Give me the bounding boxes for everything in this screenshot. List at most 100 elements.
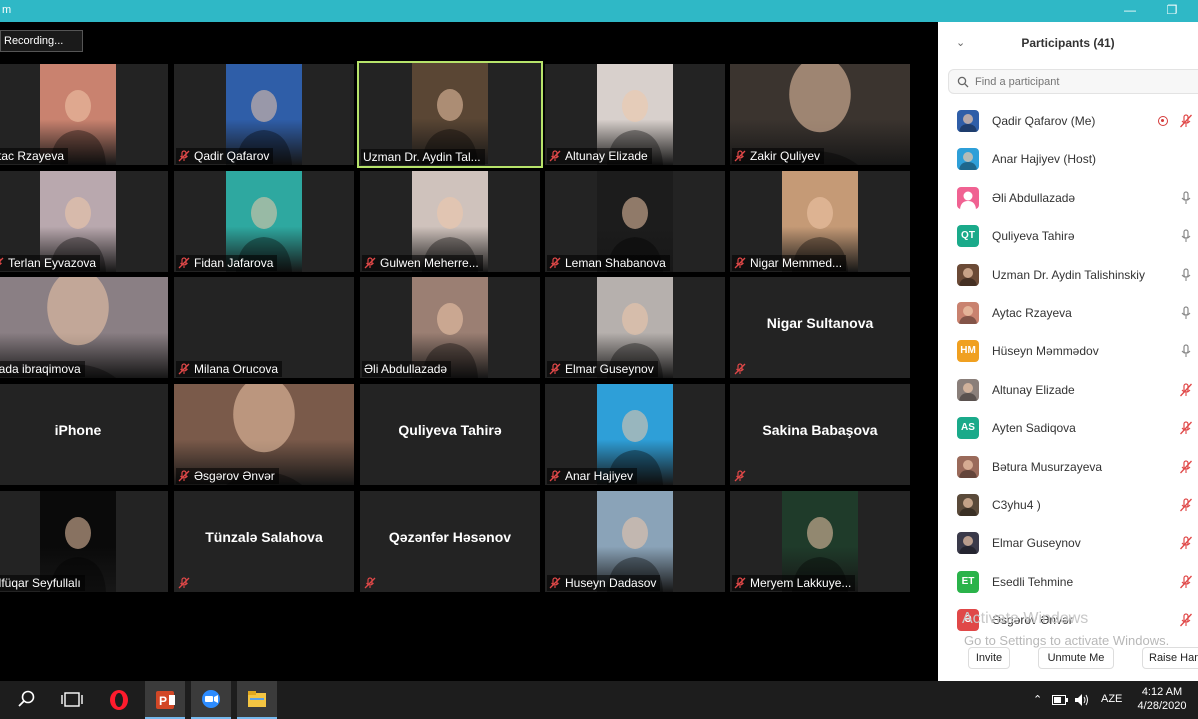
participant-row[interactable]: HM Hüseyn Məmmədov	[938, 333, 1198, 371]
video-tile[interactable]: Fidan Jafarova	[174, 171, 354, 272]
muted-mic-icon[interactable]	[1179, 114, 1193, 128]
participant-row[interactable]: Anar Hajiyev (Host)	[938, 141, 1198, 179]
taskbar-search-button[interactable]	[6, 681, 46, 719]
muted-mic-icon[interactable]	[1179, 613, 1193, 627]
zoom-icon	[202, 690, 220, 708]
participant-name-tag: Zakir Quliyev	[732, 148, 825, 164]
video-tile[interactable]: Zakir Quliyev	[730, 64, 910, 165]
participant-list-name: Elmar Guseynov	[992, 536, 1081, 551]
video-tile[interactable]: Nigar Memmed...	[730, 171, 910, 272]
minimize-button[interactable]: —	[1112, 0, 1148, 22]
video-tile[interactable]: Əsgərov Ənvər	[174, 384, 354, 485]
participant-display-name: iPhone	[54, 422, 102, 438]
avatar	[957, 532, 979, 555]
raise-hand-button[interactable]: Raise Hand	[1142, 647, 1198, 669]
video-tile[interactable]: Qadir Qafarov	[174, 64, 354, 165]
video-tile[interactable]: iPhone	[0, 384, 168, 485]
muted-mic-icon[interactable]	[1179, 498, 1193, 512]
video-tile[interactable]: Uzman Dr. Aydin Tal...	[357, 61, 543, 168]
muted-mic-icon	[549, 363, 561, 375]
participant-row[interactable]: Elmar Guseynov	[938, 525, 1198, 563]
video-tile[interactable]: Milana Orucova	[174, 277, 354, 378]
video-tile[interactable]: Anar Hajiyev	[545, 384, 725, 485]
task-view-button[interactable]	[52, 681, 92, 719]
mic-icon[interactable]	[1179, 229, 1193, 243]
tray-overflow-chevron-icon[interactable]: ⌃	[1033, 693, 1042, 706]
video-tile[interactable]: Gulwen Meherre...	[360, 171, 540, 272]
taskbar-explorer-button[interactable]	[237, 681, 277, 719]
participant-name-tag: Anar Hajiyev	[547, 468, 638, 484]
taskbar-clock[interactable]: 4:12 AM 4/28/2020	[1130, 685, 1194, 713]
invite-button[interactable]: Invite	[968, 647, 1010, 669]
speaker-icon[interactable]	[1074, 693, 1090, 707]
task-view-icon	[61, 692, 83, 707]
video-tile[interactable]: Leman Shabanova	[545, 171, 725, 272]
video-tile[interactable]: Tünzalə Salahova	[174, 491, 354, 592]
participant-list-name: Ayten Sadiqova	[992, 421, 1076, 436]
participant-name-tag: Leman Shabanova	[547, 255, 670, 271]
mic-icon[interactable]	[1179, 267, 1193, 282]
input-language[interactable]: AZE	[1101, 693, 1122, 705]
avatar	[957, 455, 979, 478]
participant-row[interactable]: ET Esedli Tehmine	[938, 564, 1198, 602]
participant-list-name: Aytac Rzayeva	[992, 306, 1072, 320]
muted-mic-icon	[178, 363, 190, 375]
video-tile[interactable]: Elmar Guseynov	[545, 277, 725, 378]
video-tile[interactable]: Huseyn Dadasov	[545, 491, 725, 592]
taskbar-zoom-button[interactable]	[191, 681, 231, 719]
participant-row[interactable]: Bətura Musurzayeva	[938, 449, 1198, 487]
activation-watermark-subtitle: Go to Settings to activate Windows.	[964, 633, 1170, 648]
mic-icon[interactable]	[1179, 191, 1193, 205]
muted-mic-icon[interactable]	[1179, 536, 1193, 550]
video-tile[interactable]: ülfüqar Seyfullalı	[0, 491, 168, 592]
video-tile[interactable]: Sakina Babaşova	[730, 384, 910, 485]
video-tile[interactable]: Qəzənfər Həsənov	[360, 491, 540, 592]
participant-row[interactable]: Altunay Elizade	[938, 372, 1198, 410]
mic-icon[interactable]	[1179, 306, 1193, 320]
participant-name-tag: Huseyn Dadasov	[547, 575, 661, 591]
video-tile[interactable]: Əli Abdullazadə	[360, 277, 540, 378]
muted-mic-icon	[734, 577, 746, 589]
participant-search[interactable]	[948, 69, 1198, 94]
video-tile[interactable]: Quliyeva Tahirə	[360, 384, 540, 485]
unmute-me-button[interactable]: Unmute Me	[1038, 647, 1114, 669]
participant-name: ülfüqar Seyfullalı	[0, 576, 81, 590]
clock-time: 4:12 AM	[1141, 686, 1183, 698]
video-tile[interactable]: Nigar Sultanova	[730, 277, 910, 378]
avatar: AS	[957, 417, 979, 440]
video-tile[interactable]: Terlan Eyvazova	[0, 171, 168, 272]
video-tile[interactable]: irada ibraqimova	[0, 277, 168, 378]
avatar	[957, 378, 979, 401]
muted-mic-icon[interactable]	[1179, 575, 1193, 589]
video-tile[interactable]: Altunay Elizade	[545, 64, 725, 165]
participant-name-tag	[176, 575, 198, 591]
participant-row[interactable]: Əli Abdullazadə	[938, 180, 1198, 218]
taskbar-opera-button[interactable]	[99, 681, 139, 719]
participant-row[interactable]: Qadir Qafarov (Me)	[938, 103, 1198, 141]
muted-mic-icon[interactable]	[1179, 459, 1193, 474]
mic-icon[interactable]	[1179, 344, 1193, 358]
participant-row[interactable]: AS Ayten Sadiqova	[938, 410, 1198, 448]
video-tile[interactable]: Meryem Lakkuye...	[730, 491, 910, 592]
restore-button[interactable]: ❐	[1154, 0, 1190, 22]
recording-indicator[interactable]: Recording...	[0, 30, 83, 52]
search-input[interactable]	[975, 73, 1195, 91]
muted-mic-icon	[549, 150, 561, 162]
participant-row[interactable]: C3yhu4 )	[938, 487, 1198, 525]
video-tile[interactable]: ytac Rzayeva	[0, 64, 168, 165]
gallery-view: Recording... ytac Rzayeva Qadir Qafarov Uz…	[0, 22, 938, 681]
participant-list-name: Əli Abdullazadə	[992, 190, 1076, 205]
participant-row[interactable]: Uzman Dr. Aydin Talishinskiy	[938, 257, 1198, 295]
clock-date: 4/28/2020	[1137, 700, 1187, 712]
muted-mic-icon	[734, 470, 746, 482]
participant-row[interactable]: Aytac Rzayeva	[938, 295, 1198, 333]
muted-mic-icon[interactable]	[1179, 383, 1193, 397]
muted-mic-icon	[734, 257, 746, 269]
participant-display-name: Sakina Babaşova	[762, 422, 878, 438]
participant-name: Elmar Guseynov	[565, 362, 654, 376]
participant-row[interactable]: QT Quliyeva Tahirə	[938, 218, 1198, 256]
muted-mic-icon[interactable]	[1179, 421, 1193, 435]
battery-icon[interactable]	[1052, 695, 1068, 705]
taskbar-powerpoint-button[interactable]: P	[145, 681, 185, 719]
participant-display-name: Tünzalə Salahova	[205, 529, 323, 545]
